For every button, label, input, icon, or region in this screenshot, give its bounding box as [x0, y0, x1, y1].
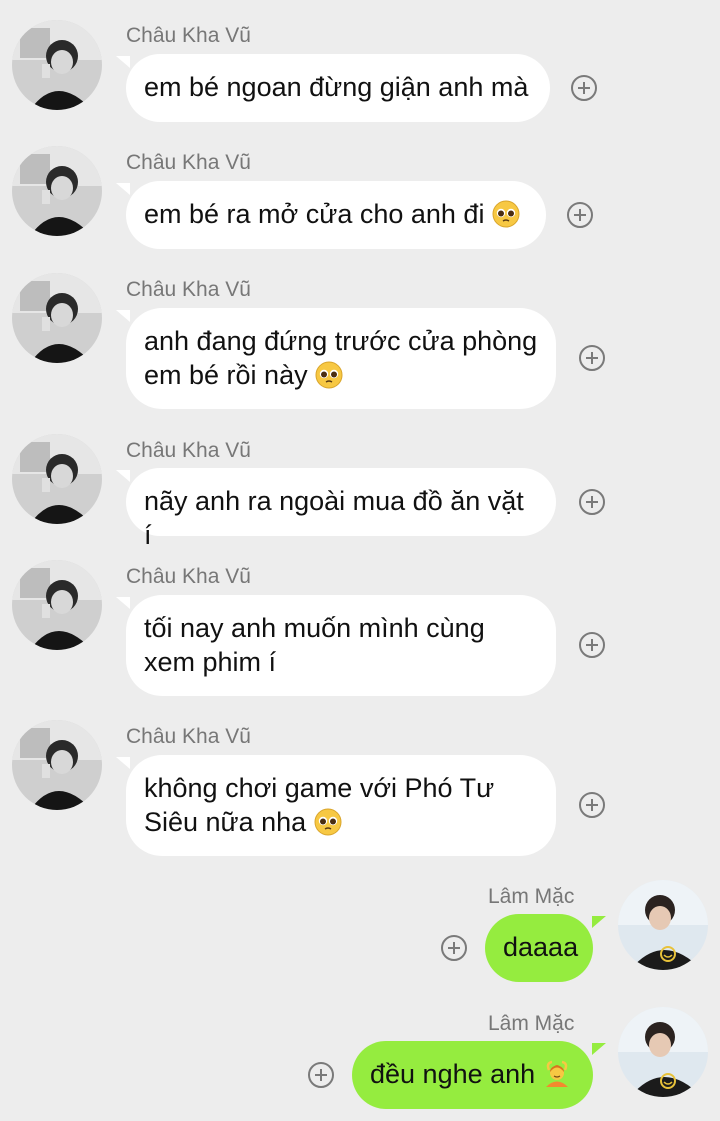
- bubble-tail: [116, 183, 130, 195]
- message-text-line-2: Siêu nữa nha: [144, 805, 538, 839]
- bubble-tail: [116, 597, 130, 609]
- plus-circle-icon[interactable]: [579, 345, 605, 371]
- pleading-face-icon: [315, 361, 343, 389]
- plus-circle-icon[interactable]: [308, 1062, 334, 1088]
- message-text-line-2: em bé rồi này: [144, 358, 538, 392]
- message-text: em bé ra mở cửa cho anh đi: [144, 199, 485, 229]
- pleading-face-icon: [492, 200, 520, 228]
- avatar-chau-kha-vu[interactable]: [12, 434, 102, 524]
- sender-name: Châu Kha Vũ: [126, 278, 251, 301]
- sender-name: Châu Kha Vũ: [126, 439, 251, 462]
- avatar-lam-mac[interactable]: [618, 880, 708, 970]
- message-text-line: em bé rồi này: [144, 360, 308, 390]
- message-text-line: tối nay anh muốn mình cùng: [144, 613, 485, 643]
- message-bubble[interactable]: không chơi game với Phó Tư Siêu nữa nha: [126, 755, 556, 856]
- avatar-image: [12, 434, 102, 524]
- message-bubble[interactable]: tối nay anh muốn mình cùng xem phim í: [126, 595, 556, 696]
- avatar-image: [12, 273, 102, 363]
- sender-name: Lâm Mặc: [488, 885, 575, 908]
- avatar-lam-mac[interactable]: [618, 1007, 708, 1097]
- sender-name: Châu Kha Vũ: [126, 725, 251, 748]
- avatar-chau-kha-vu[interactable]: [12, 720, 102, 810]
- sender-name: Lâm Mặc: [488, 1012, 575, 1035]
- avatar-image: [12, 720, 102, 810]
- person-gesturing-ok-icon: [543, 1060, 571, 1088]
- avatar-image: [12, 560, 102, 650]
- avatar-chau-kha-vu[interactable]: [12, 20, 102, 110]
- plus-circle-icon[interactable]: [567, 202, 593, 228]
- message-bubble[interactable]: nãy anh ra ngoài mua đồ ăn vặt í: [126, 468, 556, 550]
- plus-circle-icon[interactable]: [579, 489, 605, 515]
- message-text-line: Siêu nữa nha: [144, 807, 307, 837]
- bubble-tail: [116, 757, 130, 769]
- bubble-tail: [592, 1043, 606, 1055]
- message-text-line: anh đang đứng trước cửa phòng: [144, 326, 538, 356]
- pleading-face-icon: [314, 808, 342, 836]
- bubble-tail: [116, 56, 130, 68]
- plus-circle-icon[interactable]: [579, 792, 605, 818]
- bubble-tail: [116, 470, 130, 482]
- message-bubble[interactable]: em bé ngoan đừng giận anh mà: [126, 54, 550, 122]
- sender-name: Châu Kha Vũ: [126, 565, 251, 588]
- message-text: đều nghe anh: [370, 1059, 536, 1089]
- message-text: daaaa: [503, 932, 579, 962]
- sender-name: Châu Kha Vũ: [126, 24, 251, 47]
- message-bubble[interactable]: đều nghe anh: [352, 1041, 593, 1109]
- message-text-line: xem phim í: [144, 647, 277, 677]
- message-text: nãy anh ra ngoài mua đồ ăn vặt í: [144, 486, 524, 550]
- avatar-image: [618, 880, 708, 970]
- plus-circle-icon[interactable]: [571, 75, 597, 101]
- message-text: em bé ngoan đừng giận anh mà: [144, 72, 529, 102]
- bubble-tail: [116, 310, 130, 322]
- message-text-line: không chơi game với Phó Tư: [144, 773, 495, 803]
- avatar-chau-kha-vu[interactable]: [12, 560, 102, 650]
- message-bubble[interactable]: em bé ra mở cửa cho anh đi: [126, 181, 546, 249]
- sender-name: Châu Kha Vũ: [126, 151, 251, 174]
- message-bubble[interactable]: anh đang đứng trước cửa phòng em bé rồi …: [126, 308, 556, 409]
- message-bubble[interactable]: daaaa: [485, 914, 593, 982]
- plus-circle-icon[interactable]: [441, 935, 467, 961]
- bubble-tail: [592, 916, 606, 928]
- chat-thread: Châu Kha Vũ em bé ngoan đừng giận anh mà…: [0, 0, 720, 1121]
- avatar-image: [12, 20, 102, 110]
- avatar-image: [12, 146, 102, 236]
- avatar-chau-kha-vu[interactable]: [12, 146, 102, 236]
- avatar-image: [618, 1007, 708, 1097]
- avatar-chau-kha-vu[interactable]: [12, 273, 102, 363]
- plus-circle-icon[interactable]: [579, 632, 605, 658]
